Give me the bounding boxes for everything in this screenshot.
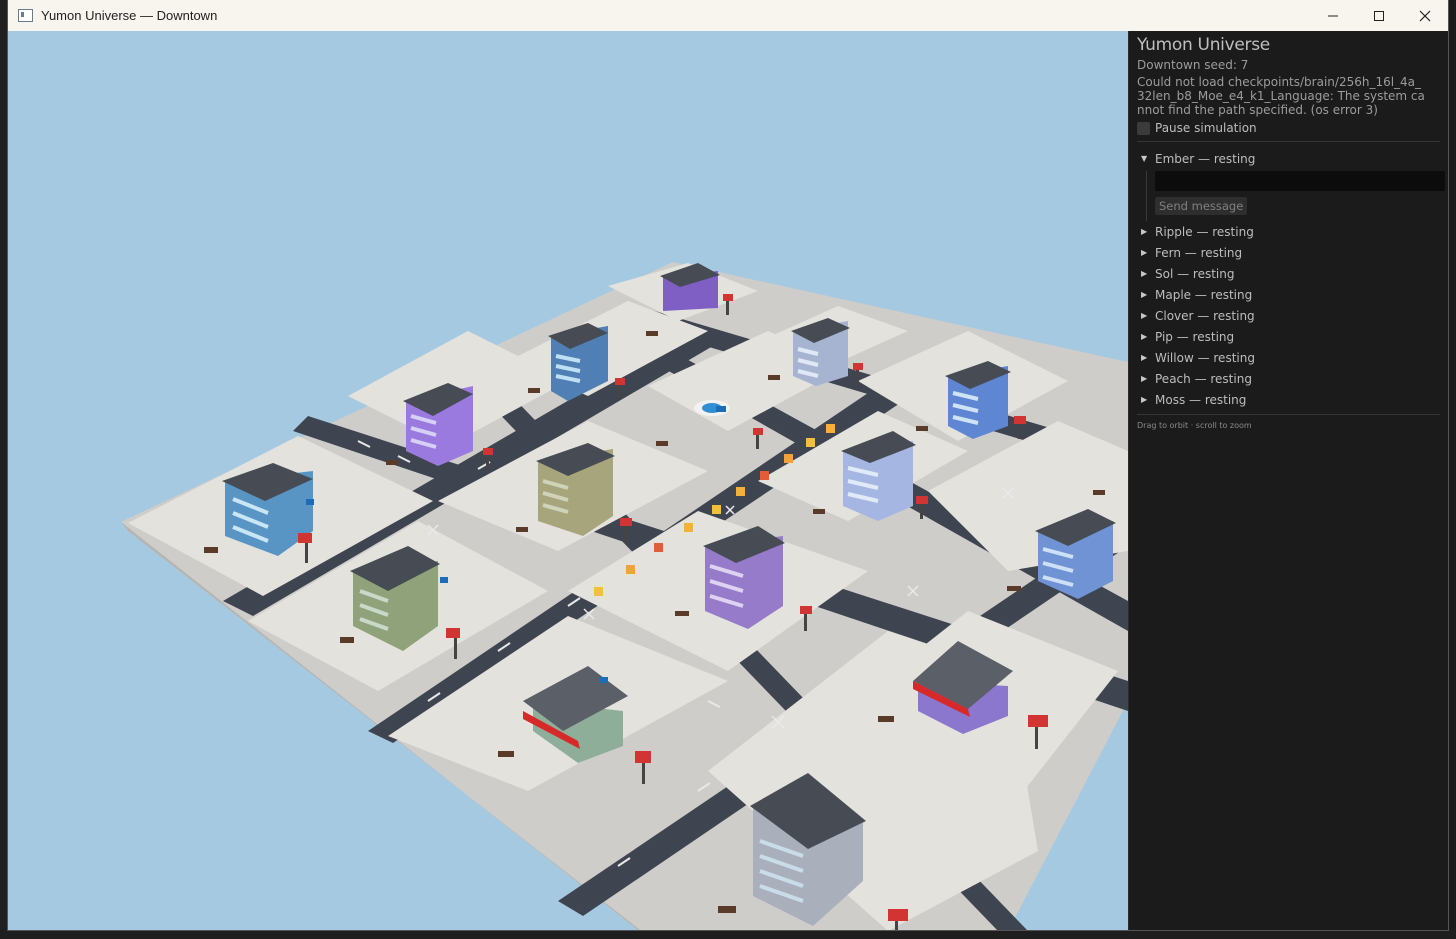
error-message: Could not load checkpoints/brain/256h_16… bbox=[1137, 75, 1425, 117]
agent-label[interactable]: Ripple — resting bbox=[1155, 225, 1254, 239]
agent-label[interactable]: Pip — resting bbox=[1155, 330, 1234, 344]
agent-header-moss[interactable]: ▶ Moss — resting bbox=[1137, 389, 1440, 410]
minimize-icon bbox=[1328, 15, 1338, 16]
caret-down-icon: ▼ bbox=[1141, 154, 1148, 163]
agent-header-ember[interactable]: ▼ Ember — resting bbox=[1137, 148, 1440, 169]
pause-toggle[interactable]: Pause simulation bbox=[1137, 121, 1440, 135]
pause-label[interactable]: Pause simulation bbox=[1155, 121, 1257, 135]
caret-right-icon: ▶ bbox=[1141, 374, 1148, 383]
caret-right-icon: ▶ bbox=[1141, 227, 1148, 236]
minimize-button[interactable] bbox=[1310, 0, 1356, 31]
agent-header-fern[interactable]: ▶ Fern — resting bbox=[1137, 242, 1440, 263]
agent-header-peach[interactable]: ▶ Peach — resting bbox=[1137, 368, 1440, 389]
desktop-background-bottom bbox=[0, 929, 1456, 939]
agent-label[interactable]: Willow — resting bbox=[1155, 351, 1255, 365]
title-bar[interactable]: Yumon Universe — Downtown bbox=[8, 0, 1448, 31]
city-scene[interactable] bbox=[8, 31, 1128, 930]
agent-label[interactable]: Peach — resting bbox=[1155, 372, 1252, 386]
app-icon bbox=[18, 9, 33, 22]
agent-list: ▶ Ripple — resting ▶ Fern — resting ▶ Sol —… bbox=[1137, 221, 1440, 410]
separator bbox=[1137, 414, 1440, 415]
caret-right-icon: ▶ bbox=[1141, 395, 1148, 404]
agent-label[interactable]: Maple — resting bbox=[1155, 288, 1252, 302]
agent-header-maple[interactable]: ▶ Maple — resting bbox=[1137, 284, 1440, 305]
agent-header-willow[interactable]: ▶ Willow — resting bbox=[1137, 347, 1440, 368]
window-title: Yumon Universe — Downtown bbox=[41, 8, 218, 23]
agent-header-ripple[interactable]: ▶ Ripple — resting bbox=[1137, 221, 1440, 242]
message-input[interactable] bbox=[1155, 171, 1445, 191]
agent-label[interactable]: Moss — resting bbox=[1155, 393, 1246, 407]
3d-viewport[interactable] bbox=[8, 31, 1128, 930]
caret-right-icon: ▶ bbox=[1141, 290, 1148, 299]
caret-right-icon: ▶ bbox=[1141, 248, 1148, 257]
agent-header-clover[interactable]: ▶ Clover — resting bbox=[1137, 305, 1440, 326]
close-icon bbox=[1419, 10, 1431, 21]
pause-checkbox[interactable] bbox=[1137, 121, 1150, 135]
agent-label[interactable]: Clover — resting bbox=[1155, 309, 1255, 323]
agent-label[interactable]: Fern — resting bbox=[1155, 246, 1242, 260]
separator bbox=[1137, 141, 1440, 142]
agent-header-sol[interactable]: ▶ Sol — resting bbox=[1137, 263, 1440, 284]
app-window: Yumon Universe — Downtown Yumon Universe… bbox=[8, 0, 1448, 930]
agent-body-ember: Send message bbox=[1146, 171, 1445, 221]
agent-label[interactable]: Sol — resting bbox=[1155, 267, 1235, 281]
window-controls bbox=[1310, 0, 1448, 31]
maximize-icon bbox=[1374, 10, 1384, 21]
caret-right-icon: ▶ bbox=[1141, 311, 1148, 320]
side-panel: Yumon Universe Downtown seed: 7 Could no… bbox=[1128, 31, 1448, 930]
caret-right-icon: ▶ bbox=[1141, 269, 1148, 278]
agent-header-pip[interactable]: ▶ Pip — resting bbox=[1137, 326, 1440, 347]
maximize-button[interactable] bbox=[1356, 0, 1402, 31]
panel-title: Yumon Universe bbox=[1137, 35, 1270, 55]
caret-right-icon: ▶ bbox=[1141, 353, 1148, 362]
desktop-background bbox=[0, 0, 8, 939]
send-message-button[interactable]: Send message bbox=[1155, 197, 1248, 215]
caret-right-icon: ▶ bbox=[1141, 332, 1148, 341]
close-button[interactable] bbox=[1402, 0, 1448, 31]
seed-label: Downtown seed: 7 bbox=[1137, 58, 1249, 72]
controls-hint: Drag to orbit · scroll to zoom bbox=[1137, 421, 1252, 430]
agent-label[interactable]: Ember — resting bbox=[1155, 152, 1255, 166]
